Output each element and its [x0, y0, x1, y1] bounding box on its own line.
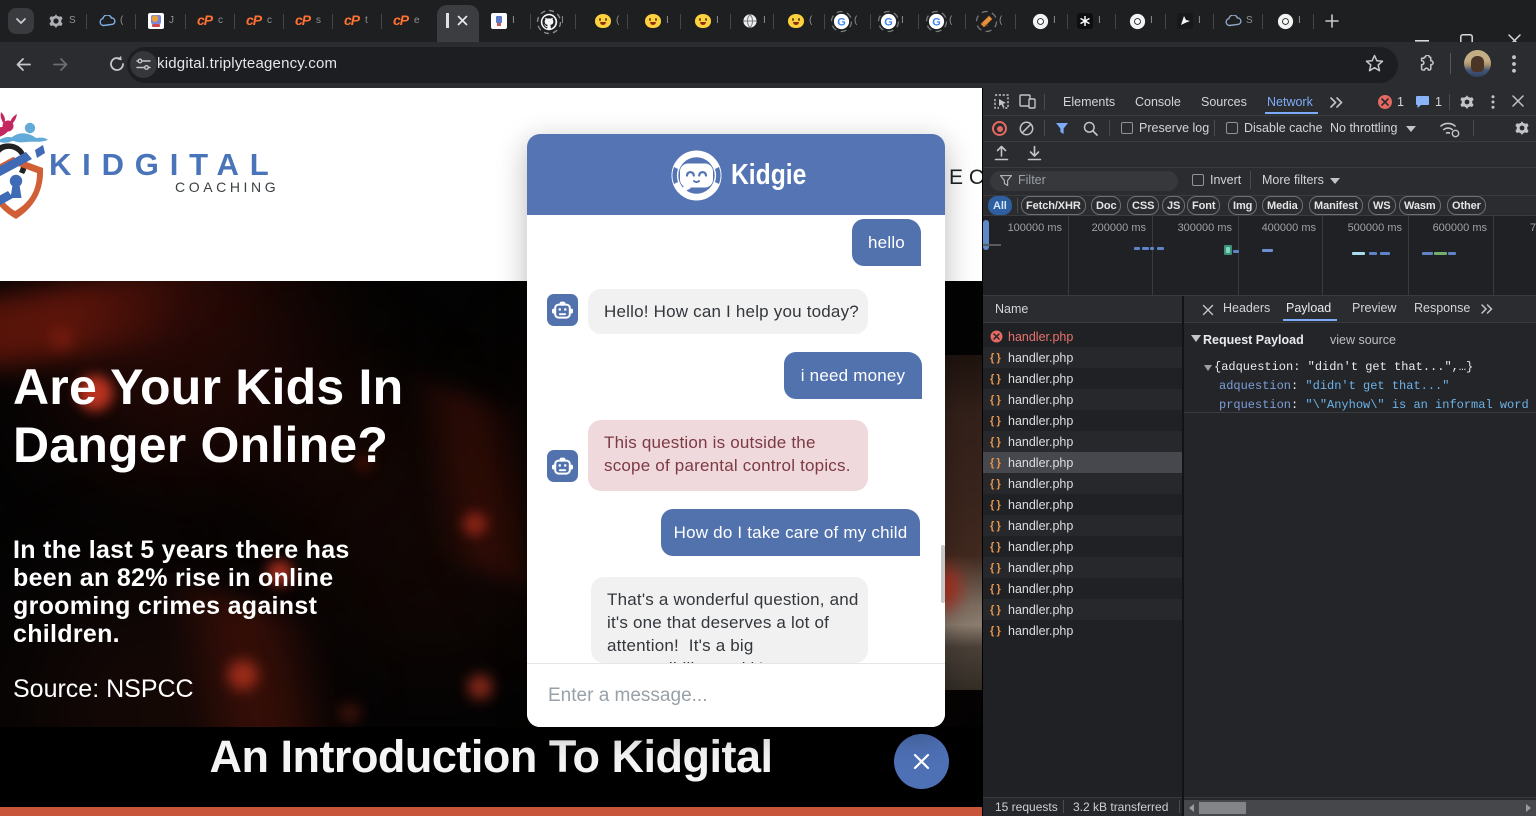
svg-text:G: G	[884, 16, 893, 28]
svg-text:G: G	[932, 16, 941, 28]
svg-text:G: G	[837, 16, 846, 28]
